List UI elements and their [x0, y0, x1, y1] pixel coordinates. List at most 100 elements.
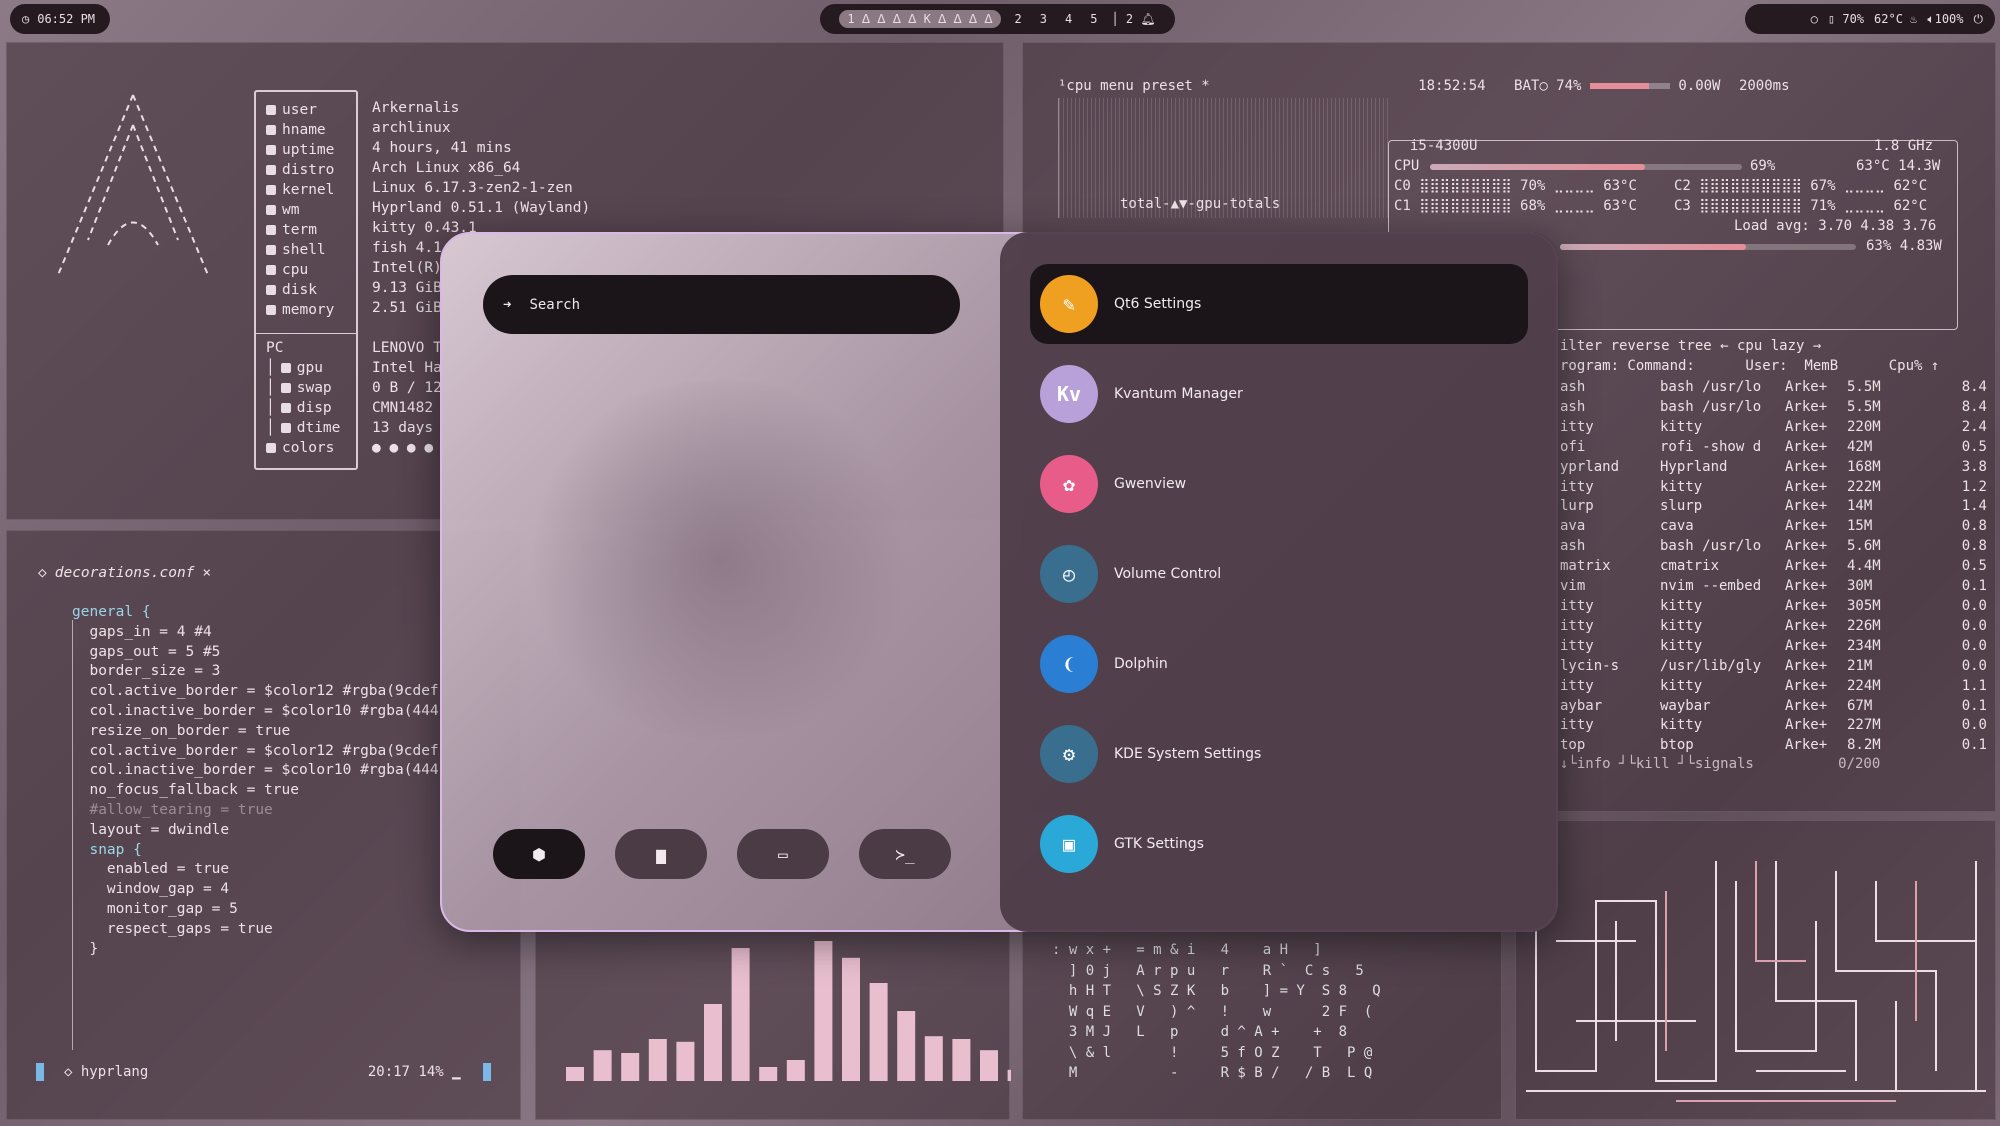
cava-bar [731, 948, 750, 1081]
brightness-indicator[interactable]: ▯ 70% [1828, 12, 1864, 26]
process-row[interactable]: itty kitty Arke+ 305M 0.0 [1560, 597, 1987, 617]
process-cpu: 0.8 [1961, 518, 1987, 535]
cube-icon: ⬢ [532, 844, 546, 864]
code-line[interactable]: respect_gaps = true [72, 920, 439, 940]
process-row[interactable]: vim nvim --embed Arke+ 30M 0.1 [1560, 577, 1987, 597]
code-line[interactable]: window_gap = 4 [72, 880, 439, 900]
process-mem: 67M [1847, 697, 1873, 714]
process-cpu: 0.0 [1961, 597, 1987, 614]
app-item-dolphin[interactable]: ❨ Dolphin [1030, 624, 1528, 704]
process-user: Arke+ [1785, 498, 1828, 515]
files-mode-button[interactable]: ▆ [615, 829, 707, 879]
process-list[interactable]: ash bash /usr/lo Arke+ 5.5M 8.4 ash bash /usr/… [1560, 378, 1987, 756]
process-prog: ash [1560, 379, 1586, 395]
code-line[interactable]: resize_on_border = true [72, 722, 439, 742]
matrix-line: 3 M J L p d ^ A + + 8 [1052, 1024, 1348, 1040]
btop-interval[interactable]: 2000ms [1739, 78, 1790, 94]
code-line[interactable]: } [72, 940, 439, 960]
app-item-label: GTK Settings [1114, 836, 1204, 852]
code-line[interactable]: col.inactive_border = $color10 #rgba(444 [72, 702, 438, 722]
process-row[interactable]: top btop Arke+ 8.2M 0.1 [1560, 736, 1987, 756]
process-row[interactable]: itty kitty Arke+ 234M 0.0 [1560, 637, 1987, 657]
workspace-4[interactable]: 4 [1061, 10, 1076, 28]
process-cpu: 0.5 [1961, 558, 1987, 575]
editor-filename: decorations.conf [54, 565, 195, 581]
app-item-gtk-settings[interactable]: ▣ GTK Settings [1030, 804, 1528, 884]
process-row[interactable]: ofi rofi -show d Arke+ 42M 0.5 [1560, 438, 1987, 458]
code-line[interactable]: col.inactive_border = $color10 #rgba(444 [72, 761, 438, 781]
process-row[interactable]: itty kitty Arke+ 227M 0.0 [1560, 716, 1987, 736]
cava-bar [897, 1011, 916, 1081]
process-row[interactable]: lurp slurp Arke+ 14M 1.4 [1560, 497, 1987, 517]
clock-widget[interactable]: ◷ 06:52 PM [10, 4, 110, 34]
btop-menu[interactable]: ¹cpu menu preset * [1058, 78, 1210, 94]
code-line[interactable]: #allow_tearing = true [72, 801, 439, 821]
fetch-key-disk: disk [266, 280, 346, 300]
process-row[interactable]: lycin-s/usr/lib/gly Arke+ 21M 0.0 [1560, 657, 1987, 677]
editor-tab[interactable]: ◇ decorations.conf × [38, 565, 211, 581]
process-row[interactable]: aybar waybar Arke+ 67M 0.1 [1560, 697, 1987, 717]
search-input[interactable]: ➜ Search [483, 275, 960, 334]
process-user: Arke+ [1785, 438, 1828, 455]
code-line[interactable]: no_focus_fallback = true [72, 781, 439, 801]
workspace-5[interactable]: 5 [1086, 10, 1101, 28]
matrix-line: W q E V ) ^ ! w 2 F ( [1052, 1003, 1373, 1020]
process-columns[interactable]: rogram: Command: User: MemB Cpu% ↑ [1560, 358, 1939, 374]
editor-code[interactable]: general { gaps_in = 4 #4 gaps_out = 5 #5… [72, 603, 439, 959]
workspace-1[interactable]: 1 ᐃ ᐃ ᐃ ᐃ K ᐃ ᐃ ᐃ ᐃ [839, 10, 1001, 28]
process-footer[interactable]: ↓└info ┘└kill ┘└signals 0/200 [1560, 756, 1880, 772]
app-item-label: Volume Control [1114, 566, 1222, 582]
volume-indicator[interactable]: 🔈︎100% [1927, 12, 1963, 27]
distro-icon [266, 165, 276, 175]
process-mem: 5.6M [1847, 538, 1881, 555]
workspace-3[interactable]: 3 [1036, 10, 1051, 28]
notification-indicator[interactable]: │ 2 🔔︎ [1111, 12, 1155, 26]
network-icon[interactable]: ○ [1811, 12, 1818, 26]
process-cmd: kitty [1660, 637, 1703, 654]
process-user: Arke+ [1785, 617, 1828, 634]
process-row[interactable]: ava cava Arke+ 15M 0.8 [1560, 517, 1987, 537]
process-row[interactable]: itty kitty Arke+ 222M 1.2 [1560, 478, 1987, 498]
process-row[interactable]: ash bash /usr/lo Arke+ 5.5M 8.4 [1560, 398, 1987, 418]
app-item-gwenview[interactable]: ✿ Gwenview [1030, 444, 1528, 524]
process-row[interactable]: ash bash /usr/lo Arke+ 5.6M 0.8 [1560, 537, 1987, 557]
process-row[interactable]: yprland Hyprland Arke+ 168M 3.8 [1560, 458, 1987, 478]
fetch-keys-box: user hname uptime distro kernel wm term … [254, 90, 358, 470]
terminal-mode-button[interactable]: ≻_ [859, 829, 951, 879]
app-item-volume-control[interactable]: ◴ Volume Control [1030, 534, 1528, 614]
code-line[interactable]: enabled = true [72, 860, 439, 880]
app-item-label: KDE System Settings [1114, 746, 1262, 762]
process-row[interactable]: itty kitty Arke+ 226M 0.0 [1560, 617, 1987, 637]
fetch-pc-label: PC [266, 340, 284, 356]
code-line[interactable]: gaps_in = 4 #4 [72, 623, 439, 643]
fetch-key-swap: │ swap [266, 380, 332, 396]
process-row[interactable]: itty kitty Arke+ 224M 1.1 [1560, 677, 1987, 697]
code-line[interactable]: general { [72, 603, 439, 623]
process-row[interactable]: itty kitty Arke+ 220M 2.4 [1560, 418, 1987, 438]
process-mem: 234M [1847, 637, 1881, 654]
code-line[interactable]: col.active_border = $color12 #rgba(9cdef [72, 682, 438, 702]
process-mem: 226M [1847, 617, 1881, 634]
cpu-total-label: CPU [1394, 158, 1420, 174]
code-line[interactable]: gaps_out = 5 #5 [72, 643, 439, 663]
user-icon [266, 105, 276, 115]
app-item-kvantum-manager[interactable]: Kv Kvantum Manager [1030, 354, 1528, 434]
code-line[interactable]: layout = dwindle [72, 821, 439, 841]
app-item-qt6-settings[interactable]: ✎ Qt6 Settings [1030, 264, 1528, 344]
power-icon[interactable]: ⏻ [1974, 12, 1984, 27]
workspace-2[interactable]: 2 [1011, 10, 1026, 28]
process-cmd: kitty [1660, 597, 1703, 614]
close-tab-icon[interactable]: × [202, 565, 211, 581]
code-line[interactable]: border_size = 3 [72, 662, 439, 682]
apps-mode-button[interactable]: ⬢ [493, 829, 585, 879]
process-row[interactable]: ash bash /usr/lo Arke+ 5.5M 8.4 [1560, 378, 1987, 398]
app-item-kde-system-settings[interactable]: ⚙ KDE System Settings [1030, 714, 1528, 794]
process-row[interactable]: matrix cmatrix Arke+ 4.4M 0.5 [1560, 557, 1987, 577]
process-user: Arke+ [1785, 518, 1828, 535]
process-toolbar[interactable]: ilter reverse tree ← cpu lazy → [1560, 338, 1821, 354]
code-line[interactable]: snap { [72, 841, 439, 861]
code-line[interactable]: col.active_border = $color12 #rgba(9cdef [72, 742, 438, 762]
windows-mode-button[interactable]: ▭ [737, 829, 829, 879]
code-line[interactable]: monitor_gap = 5 [72, 900, 439, 920]
cava-bar [786, 1060, 805, 1081]
